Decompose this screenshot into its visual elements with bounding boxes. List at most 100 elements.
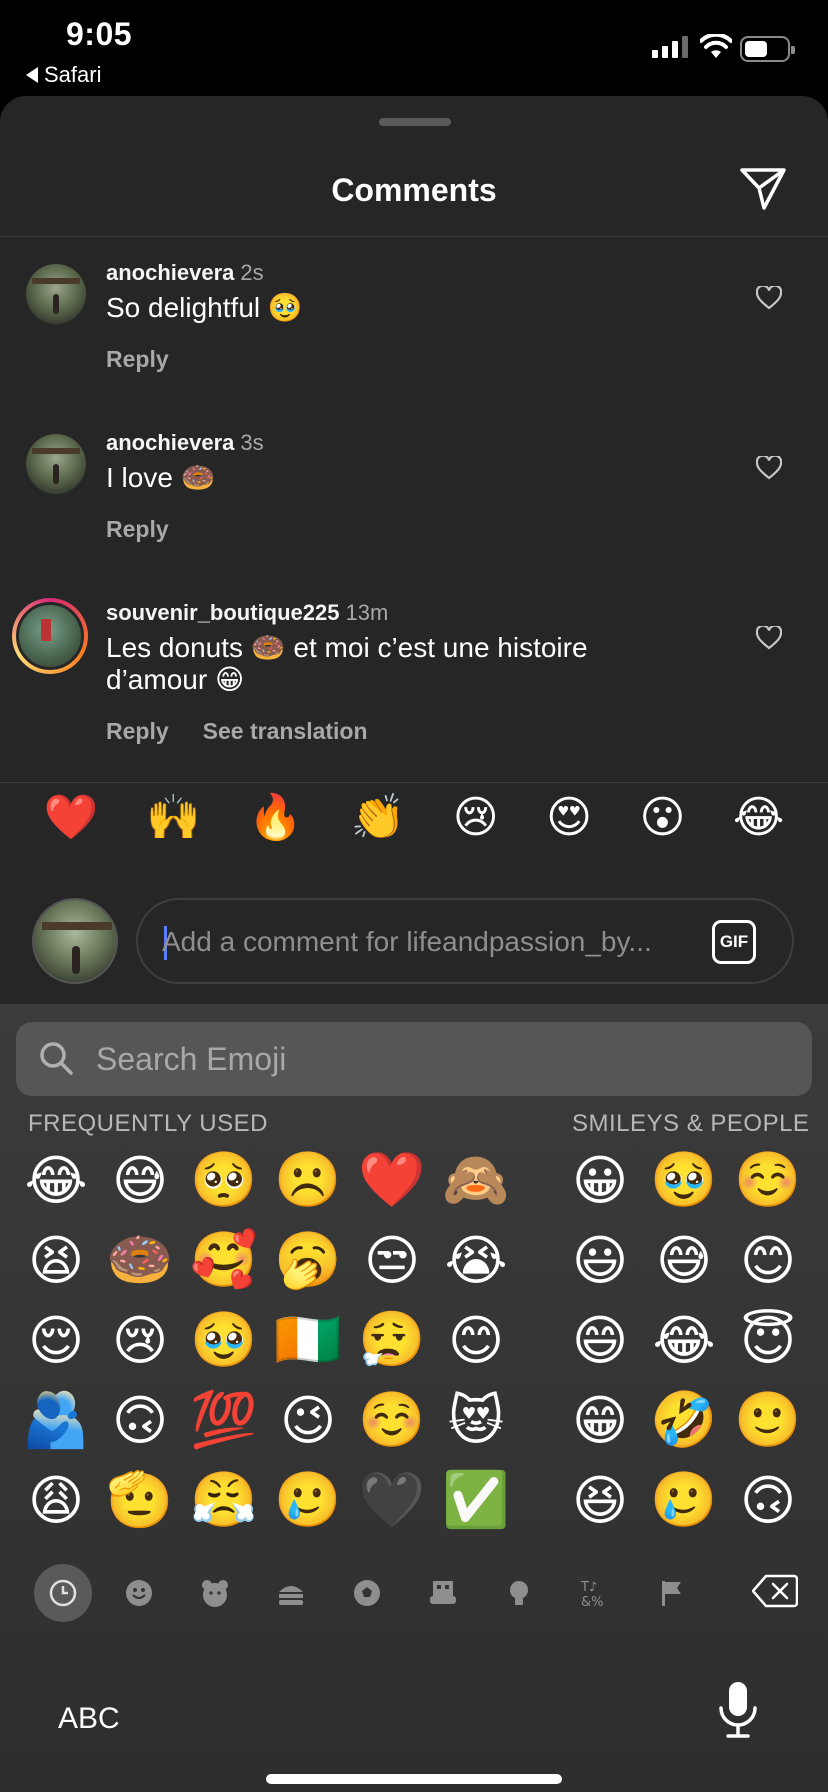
emoji-key[interactable]: ☹️ xyxy=(266,1140,350,1220)
back-app-label: Safari xyxy=(44,62,102,87)
emoji-key[interactable]: 😂 xyxy=(642,1300,726,1380)
home-indicator[interactable] xyxy=(266,1774,562,1784)
comment-time: 2s xyxy=(240,260,264,285)
reply-button[interactable]: Reply xyxy=(106,718,169,745)
comment-composer[interactable]: GIF xyxy=(136,898,794,984)
emoji-key[interactable]: 🥰 xyxy=(182,1220,266,1300)
flag-icon[interactable] xyxy=(642,1564,700,1622)
emoji-key[interactable]: 😻 xyxy=(434,1380,518,1460)
emoji-key[interactable]: 😤 xyxy=(182,1460,266,1540)
emoji-key[interactable]: 😮‍💨 xyxy=(350,1300,434,1380)
emoji-key[interactable]: 😫 xyxy=(14,1220,98,1300)
back-to-safari-button[interactable]: Safari xyxy=(26,62,101,88)
building-icon[interactable] xyxy=(414,1564,472,1622)
emoji-key[interactable]: 😀 xyxy=(558,1140,642,1220)
emoji-key[interactable]: ❤️ xyxy=(350,1140,434,1220)
emoji-key[interactable]: 😅 xyxy=(98,1140,182,1220)
emoji-key[interactable]: 🥹 xyxy=(642,1140,726,1220)
emoji-key[interactable]: 😌 xyxy=(14,1300,98,1380)
comment-username[interactable]: souvenir_boutique225 xyxy=(106,600,340,625)
status-bar: 9:05 Safari xyxy=(0,0,828,96)
emoji-search-bar[interactable] xyxy=(16,1022,812,1096)
emoji-key[interactable]: 😒 xyxy=(350,1220,434,1300)
bear-icon[interactable] xyxy=(186,1564,244,1622)
emoji-key[interactable]: 🤣 xyxy=(642,1380,726,1460)
abc-keyboard-button[interactable]: ABC xyxy=(58,1702,120,1736)
gif-button[interactable]: GIF xyxy=(712,920,756,964)
smileys-grid: 😀 🥹 ☺️ 😃 😅 😊 😄 😂 😇 😁 🤣 🙂 😆 🥲 🙃 xyxy=(558,1140,810,1540)
bulb-icon[interactable] xyxy=(490,1564,548,1622)
emoji-key[interactable]: 🍩 xyxy=(98,1220,182,1300)
emoji-key[interactable]: 😊 xyxy=(434,1300,518,1380)
emoji-key[interactable]: 😁 xyxy=(558,1380,642,1460)
quick-emoji[interactable]: 😍 xyxy=(546,790,592,846)
ball-icon[interactable] xyxy=(338,1564,396,1622)
emoji-key[interactable]: ✅ xyxy=(434,1460,518,1540)
emoji-key[interactable]: 🇨🇮 xyxy=(266,1300,350,1380)
heart-icon[interactable] xyxy=(756,456,782,480)
emoji-key[interactable]: 😭 xyxy=(434,1220,518,1300)
quick-emoji[interactable]: 😢 xyxy=(453,790,499,846)
quick-emoji[interactable]: 🙌 xyxy=(146,790,201,846)
back-triangle-icon xyxy=(26,67,38,83)
emoji-key[interactable]: 💯 xyxy=(182,1380,266,1460)
emoji-key[interactable]: 😢 xyxy=(98,1300,182,1380)
smiley-icon[interactable] xyxy=(110,1564,168,1622)
emoji-key[interactable]: 🥲 xyxy=(266,1460,350,1540)
emoji-key[interactable]: 😃 xyxy=(558,1220,642,1300)
my-avatar xyxy=(32,898,118,984)
search-icon xyxy=(40,1042,73,1075)
comment-username[interactable]: anochievera xyxy=(106,260,234,285)
emoji-key[interactable]: 🖤 xyxy=(350,1460,434,1540)
quick-emoji[interactable]: 👏 xyxy=(351,790,406,846)
quick-reaction-bar: ❤️ 🙌 🔥 👏 😢 😍 😮 😂 xyxy=(0,790,828,846)
symbols-icon[interactable]: T♪ &% xyxy=(566,1564,624,1622)
battery-icon xyxy=(740,36,795,62)
emoji-key[interactable]: 🥺 xyxy=(182,1140,266,1220)
clock-icon[interactable] xyxy=(34,1564,92,1622)
avatar[interactable] xyxy=(26,264,86,324)
emoji-key[interactable]: 🙃 xyxy=(726,1460,810,1540)
emoji-key[interactable]: 🫂 xyxy=(14,1380,98,1460)
comment-input[interactable] xyxy=(162,920,682,964)
emoji-key[interactable]: 😊 xyxy=(726,1220,810,1300)
emoji-key[interactable]: 🙈 xyxy=(434,1140,518,1220)
reply-button[interactable]: Reply xyxy=(106,516,169,543)
heart-icon[interactable] xyxy=(756,626,782,650)
emoji-key[interactable]: 😂 xyxy=(14,1140,98,1220)
emoji-key[interactable]: 🙃 xyxy=(98,1380,182,1460)
heart-icon[interactable] xyxy=(756,286,782,310)
wifi-icon xyxy=(700,34,732,58)
emoji-key[interactable]: 🥹 xyxy=(182,1300,266,1380)
quick-emoji[interactable]: ❤️ xyxy=(44,790,99,846)
emoji-key[interactable]: 😆 xyxy=(558,1460,642,1540)
comment-username[interactable]: anochievera xyxy=(106,430,234,455)
paper-plane-icon[interactable] xyxy=(738,166,788,212)
backspace-icon[interactable] xyxy=(752,1574,798,1608)
emoji-key[interactable]: ☺️ xyxy=(726,1140,810,1220)
emoji-key[interactable]: ☺️ xyxy=(350,1380,434,1460)
emoji-key[interactable]: 😄 xyxy=(558,1300,642,1380)
quick-emoji[interactable]: 🔥 xyxy=(248,790,303,846)
emoji-search-input[interactable] xyxy=(96,1036,776,1082)
story-avatar[interactable] xyxy=(12,598,88,674)
food-icon[interactable] xyxy=(262,1564,320,1622)
emoji-key[interactable]: 😇 xyxy=(726,1300,810,1380)
emoji-key[interactable]: 🙂 xyxy=(726,1380,810,1460)
emoji-key[interactable]: 🥲 xyxy=(642,1460,726,1540)
emoji-key[interactable]: 🥱 xyxy=(266,1220,350,1300)
quick-emoji[interactable]: 😂 xyxy=(733,790,784,846)
comment-text: Les donuts 🍩 et moi c’est une histoire d… xyxy=(106,632,588,695)
emoji-key[interactable]: 🫡 xyxy=(98,1460,182,1540)
emoji-key[interactable]: 😩 xyxy=(14,1460,98,1540)
sheet-grabber[interactable] xyxy=(379,118,451,126)
emoji-key[interactable]: 😉 xyxy=(266,1380,350,1460)
microphone-icon[interactable] xyxy=(716,1680,760,1740)
comment-text: I love 🍩 xyxy=(106,462,216,493)
emoji-keyboard: FREQUENTLY USED SMILEYS & PEOPLE 😂😅🥺☹️❤️… xyxy=(0,1004,828,1792)
emoji-key[interactable]: 😅 xyxy=(642,1220,726,1300)
avatar[interactable] xyxy=(26,434,86,494)
quick-emoji[interactable]: 😮 xyxy=(639,790,685,846)
see-translation-button[interactable]: See translation xyxy=(203,718,368,745)
reply-button[interactable]: Reply xyxy=(106,346,169,373)
